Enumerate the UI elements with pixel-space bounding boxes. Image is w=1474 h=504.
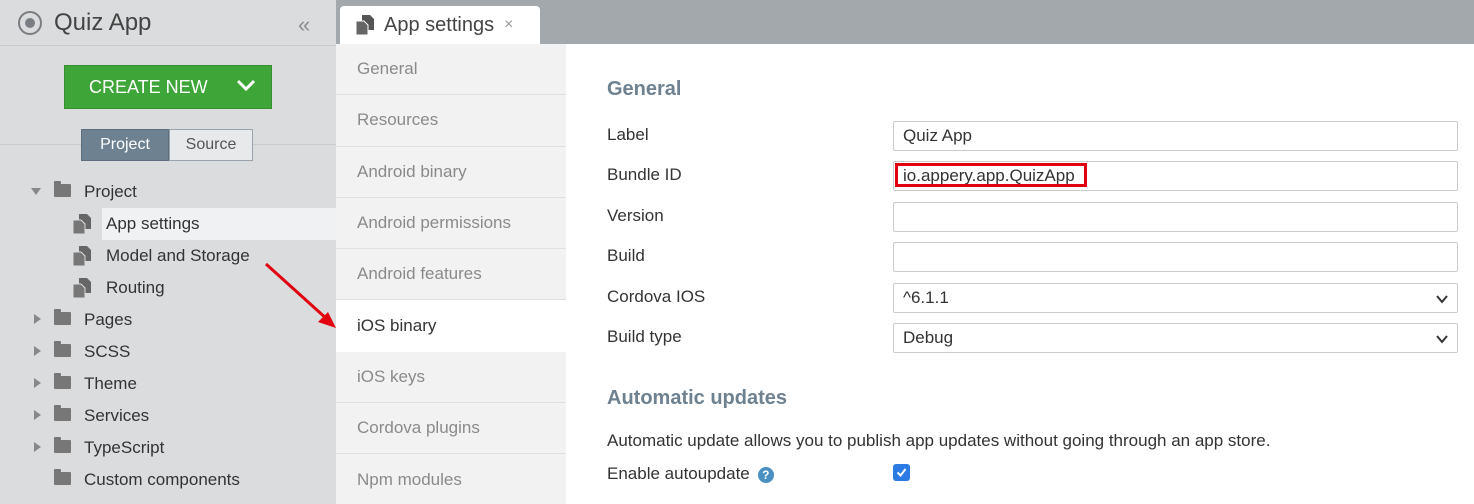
chevron-down-icon[interactable]: [235, 74, 257, 96]
automatic-updates-title: Automatic updates: [607, 387, 788, 409]
settings-panel: General Label Bundle ID Version Build Co…: [566, 44, 1474, 504]
sidebar-header: Quiz App: [0, 0, 336, 46]
label-row: Label: [607, 121, 1458, 151]
tree-item-label: Routing: [106, 278, 165, 297]
subnav-cordova-plugins[interactable]: Cordova plugins: [336, 403, 566, 455]
subnav-resources[interactable]: Resources: [336, 95, 566, 147]
folder-icon: [54, 341, 71, 357]
enable-autoupdate-row: Enable autoupdate?: [607, 460, 1458, 490]
tree-item-label: Theme: [84, 374, 137, 393]
bundle-id-input[interactable]: [893, 161, 1458, 191]
chevron-down-icon: [1436, 335, 1448, 344]
enable-autoupdate-label: Enable autoupdate?: [607, 464, 774, 484]
subnav-android-permissions[interactable]: Android permissions: [336, 198, 566, 250]
tree-item-label: Model and Storage: [106, 246, 250, 265]
folder-icon: [54, 405, 71, 421]
caret-down-icon[interactable]: [31, 188, 41, 195]
project-sidebar: Quiz App « CREATE NEW Project Source Pro…: [0, 0, 336, 504]
chevron-down-icon: [1436, 295, 1448, 304]
caret-right-icon[interactable]: [34, 442, 41, 452]
build-label: Build: [607, 246, 645, 265]
app-title: Quiz App: [54, 8, 152, 36]
cordova-ios-value: ^6.1.1: [903, 288, 949, 307]
build-type-select[interactable]: Debug: [893, 323, 1458, 353]
cordova-ios-label: Cordova IOS: [607, 287, 706, 306]
settings-doc-icon: [73, 214, 91, 234]
subnav-ios-binary[interactable]: iOS binary: [336, 300, 566, 352]
tree-item-label: Services: [84, 406, 150, 425]
subnav-android-features[interactable]: Android features: [336, 249, 566, 301]
caret-right-icon[interactable]: [34, 410, 41, 420]
tree-item-routing[interactable]: Routing: [0, 272, 336, 304]
app-logo-icon: [18, 10, 42, 35]
subnav-npm-modules[interactable]: Npm modules: [336, 454, 566, 504]
folder-icon: [54, 469, 71, 485]
tree-item-label: Project: [84, 182, 137, 201]
collapse-sidebar-icon[interactable]: «: [298, 12, 310, 38]
version-input[interactable]: [893, 202, 1458, 232]
label-field-label: Label: [607, 125, 649, 144]
cordova-ios-row: Cordova IOS ^6.1.1: [607, 283, 1458, 313]
close-tab-icon[interactable]: ×: [504, 16, 513, 34]
settings-doc-icon: [73, 278, 91, 298]
tree-item-pages[interactable]: Pages: [0, 304, 336, 336]
bundle-id-row: Bundle ID: [607, 161, 1458, 191]
tree-item-model-and-storage[interactable]: Model and Storage: [0, 240, 336, 272]
subnav-general[interactable]: General: [336, 44, 566, 96]
enable-autoupdate-text: Enable autoupdate: [607, 464, 750, 483]
create-new-button[interactable]: CREATE NEW: [64, 65, 272, 109]
enable-autoupdate-checkbox[interactable]: [893, 464, 910, 481]
subnav-ios-keys[interactable]: iOS keys: [336, 352, 566, 404]
caret-right-icon[interactable]: [34, 346, 41, 356]
cordova-ios-select[interactable]: ^6.1.1: [893, 283, 1458, 313]
view-toggle: Project Source: [81, 129, 253, 161]
create-new-label: CREATE NEW: [89, 76, 208, 97]
folder-icon: [54, 181, 71, 197]
tree-item-custom-components[interactable]: Custom components: [0, 464, 336, 496]
editor-tab-bar: App settings ×: [336, 0, 1474, 44]
tree-item-project[interactable]: Project: [0, 176, 336, 208]
help-icon[interactable]: ?: [757, 466, 774, 483]
folder-icon: [54, 437, 71, 453]
build-row: Build: [607, 242, 1458, 272]
folder-icon: [54, 309, 71, 325]
bundle-id-label: Bundle ID: [607, 165, 682, 184]
tree-item-label: SCSS: [84, 342, 131, 361]
checkmark-icon: [896, 468, 907, 478]
build-type-row: Build type Debug: [607, 323, 1458, 353]
settings-doc-icon: [356, 15, 374, 35]
subnav-android-binary[interactable]: Android binary: [336, 147, 566, 198]
tree-item-label: Pages: [84, 310, 133, 329]
tree-item-typescript[interactable]: TypeScript: [0, 432, 336, 464]
build-type-label: Build type: [607, 327, 682, 346]
source-toggle-button[interactable]: Source: [169, 129, 253, 161]
version-label: Version: [607, 206, 664, 225]
tab-label: App settings: [384, 13, 495, 36]
folder-icon: [54, 373, 71, 389]
build-type-value: Debug: [903, 328, 954, 347]
general-section-title: General: [607, 78, 682, 100]
tree-item-label: Custom components: [84, 470, 240, 489]
tree-item-theme[interactable]: Theme: [0, 368, 336, 400]
caret-right-icon[interactable]: [34, 378, 41, 388]
tree-item-scss[interactable]: SCSS: [0, 336, 336, 368]
label-input[interactable]: [893, 121, 1458, 151]
tree-item-app-settings[interactable]: App settings: [0, 208, 336, 240]
automatic-updates-description: Automatic update allows you to publish a…: [607, 431, 1271, 450]
project-tree: Project App settings Model and Storage R…: [0, 176, 336, 496]
tree-item-services[interactable]: Services: [0, 400, 336, 432]
tree-item-label: App settings: [106, 214, 200, 233]
caret-right-icon[interactable]: [34, 314, 41, 324]
project-toggle-button[interactable]: Project: [81, 129, 169, 161]
build-input[interactable]: [893, 242, 1458, 272]
settings-subnav: General Resources Android binary Android…: [336, 44, 566, 504]
tree-item-label: TypeScript: [84, 438, 165, 457]
version-row: Version: [607, 202, 1458, 232]
settings-doc-icon: [73, 246, 91, 266]
tab-app-settings[interactable]: App settings ×: [340, 6, 540, 44]
